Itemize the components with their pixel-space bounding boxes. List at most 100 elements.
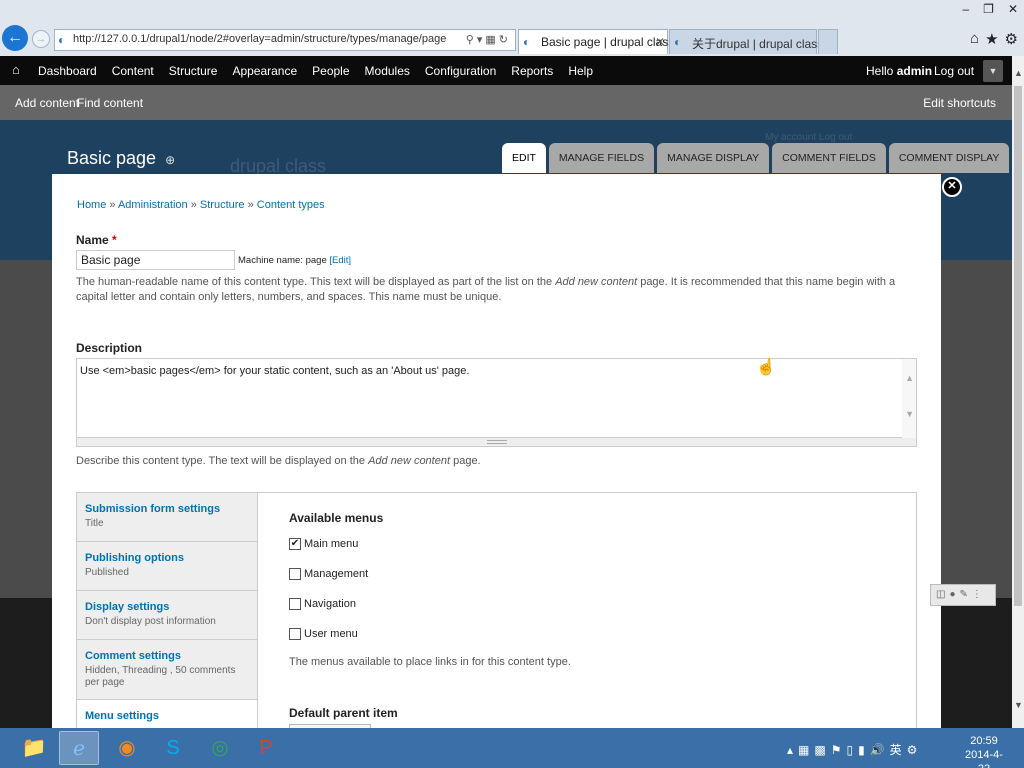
vtab-display-settings[interactable]: Display settings Don't display post info… <box>77 591 257 640</box>
checkbox-checked[interactable]: ✔ <box>289 538 301 550</box>
description-help-part: Describe this content type. The text wil… <box>76 455 369 467</box>
floating-toolbox[interactable]: ◫●✎⋮ <box>930 584 996 606</box>
shortcut-add-content[interactable]: Add content <box>15 96 79 110</box>
menu-option-management[interactable]: Management <box>289 568 886 598</box>
scroll-up-icon[interactable]: ▲ <box>905 373 914 383</box>
vtab-menu-settings[interactable]: Menu settings <box>77 700 257 728</box>
scroll-up-icon[interactable]: ▲ <box>1014 68 1023 78</box>
vtab-summary: Don't display post information <box>85 616 216 627</box>
menu-option-user-menu[interactable]: User menu <box>289 628 886 658</box>
scroll-down-icon[interactable]: ▼ <box>905 409 914 419</box>
machine-name-edit-link[interactable]: [Edit] <box>329 255 351 266</box>
toolbar-item-appearance[interactable]: Appearance <box>232 64 297 78</box>
vtab-summary: Hidden, Threading , 50 comments per page <box>85 665 236 688</box>
toolbar-item-content[interactable]: Content <box>112 64 154 78</box>
shortcut-find-content[interactable]: Find content <box>77 96 143 110</box>
back-icon[interactable]: ← <box>2 25 28 51</box>
toolbar-item-structure[interactable]: Structure <box>169 64 218 78</box>
menu-option-label: User menu <box>304 628 358 640</box>
breadcrumb-content-types[interactable]: Content types <box>257 199 325 211</box>
vertical-tabs: Submission form settings Title Publishin… <box>76 492 917 728</box>
tray-app-icon[interactable]: ▩ <box>814 743 830 757</box>
menu-option-main-menu[interactable]: ✔ Main menu <box>289 538 886 568</box>
network-icon[interactable]: ▮ <box>858 743 870 757</box>
pen-icon[interactable]: ✎ <box>960 589 972 600</box>
chrome-icon[interactable]: ◎ <box>200 731 240 765</box>
toolbar-item-configuration[interactable]: Configuration <box>425 64 496 78</box>
greeting-prefix: Hello <box>866 64 897 78</box>
forward-icon[interactable]: → <box>32 30 50 48</box>
toolbar-toggle-icon[interactable]: ▼ <box>983 60 1003 82</box>
breadcrumb-structure[interactable]: Structure <box>200 199 245 211</box>
grip-icon[interactable]: ⋮ <box>972 589 986 600</box>
page-title-text: Basic page <box>67 148 157 168</box>
settings-icon[interactable]: ⚙ <box>1005 30 1018 48</box>
volume-icon[interactable]: 🔊 <box>870 743 890 757</box>
toolbar-item-people[interactable]: People <box>312 64 349 78</box>
primary-tabs: EDIT MANAGE FIELDS MANAGE DISPLAY COMMEN… <box>502 143 1010 173</box>
checkbox[interactable] <box>289 598 301 610</box>
vtab-publishing-options[interactable]: Publishing options Published <box>77 542 257 591</box>
powerpoint-icon[interactable]: P <box>246 731 286 765</box>
scrollbar-thumb[interactable] <box>1014 86 1022 606</box>
tray-app-icon[interactable]: ▦ <box>798 743 814 757</box>
toolbar-home-icon[interactable]: ⌂ <box>12 62 20 77</box>
description-value: Use <em>basic pages</em> for your static… <box>80 365 470 377</box>
name-field[interactable]: Basic page <box>76 250 235 270</box>
toolbar-item-help[interactable]: Help <box>568 64 593 78</box>
tab-close-icon[interactable]: ✕ <box>655 35 665 49</box>
breadcrumb-administration[interactable]: Administration <box>118 199 188 211</box>
firefox-icon[interactable]: ◉ <box>107 731 147 765</box>
overlay-close-icon[interactable]: ✕ <box>942 177 962 197</box>
tab-edit[interactable]: EDIT <box>502 143 546 173</box>
textarea-scrollbar[interactable]: ▲ ▼ <box>902 359 916 439</box>
vtab-title: Submission form settings <box>85 503 221 515</box>
minimize-icon[interactable]: – <box>962 2 969 16</box>
tab-comment-fields[interactable]: COMMENT FIELDS <box>772 143 886 173</box>
vtab-submission-form-settings[interactable]: Submission form settings Title <box>77 493 257 542</box>
input-language[interactable]: 英 <box>890 743 907 757</box>
browser-tab-active[interactable]: ◐ Basic page | drupal class ✕ <box>518 29 674 54</box>
toolbar-item-reports[interactable]: Reports <box>511 64 553 78</box>
description-textarea[interactable]: Use <em>basic pages</em> for your static… <box>76 358 917 439</box>
home-icon[interactable]: ⌂ <box>970 30 979 48</box>
layout-icon[interactable]: ◫ <box>936 589 949 600</box>
internet-explorer-icon[interactable]: ℯ <box>59 731 99 765</box>
toolbar-item-modules[interactable]: Modules <box>365 64 410 78</box>
new-tab-button[interactable] <box>818 29 838 54</box>
logout-link[interactable]: Log out <box>934 64 974 78</box>
textarea-resize-handle[interactable] <box>76 438 917 447</box>
color-icon[interactable]: ● <box>949 589 959 600</box>
add-shortcut-icon[interactable]: ⊕ <box>165 153 175 167</box>
username-link[interactable]: admin <box>897 64 932 78</box>
browser-tab[interactable]: ◐ 关于drupal | drupal class <box>669 29 823 54</box>
tab-manage-display[interactable]: MANAGE DISPLAY <box>657 143 770 173</box>
url-text[interactable]: http://127.0.0.1/drupal1/node/2#overlay=… <box>73 33 446 45</box>
clock[interactable]: 20:59 2014-4-22 <box>960 734 1008 768</box>
menu-option-label: Navigation <box>304 598 356 610</box>
flag-icon[interactable]: ⚑ <box>831 743 847 757</box>
address-bar[interactable]: ◐ http://127.0.0.1/drupal1/node/2#overla… <box>54 29 516 51</box>
ime-icon[interactable]: ⚙ <box>907 743 923 757</box>
tab-comment-display[interactable]: COMMENT DISPLAY <box>888 143 1010 173</box>
address-actions[interactable]: ⚲▾▦↻ <box>466 33 511 46</box>
file-explorer-icon[interactable]: 📁 <box>14 731 54 765</box>
vtab-comment-settings[interactable]: Comment settings Hidden, Threading , 50 … <box>77 640 257 700</box>
checkbox[interactable] <box>289 628 301 640</box>
edit-shortcuts-link[interactable]: Edit shortcuts <box>923 96 996 110</box>
restore-icon[interactable]: ❐ <box>983 2 994 16</box>
clock-time: 20:59 <box>970 735 998 747</box>
admin-toolbar: ⌂ Dashboard Content Structure Appearance… <box>0 56 1012 85</box>
close-window-icon[interactable]: ✕ <box>1008 2 1018 16</box>
breadcrumb-home[interactable]: Home <box>77 199 106 211</box>
tab-manage-fields[interactable]: MANAGE FIELDS <box>548 143 655 173</box>
checkbox[interactable] <box>289 568 301 580</box>
menu-option-navigation[interactable]: Navigation <box>289 598 886 628</box>
skype-icon[interactable]: S <box>153 731 193 765</box>
tray-expand-icon[interactable]: ▴ <box>787 743 798 757</box>
window-scrollbar[interactable]: ▲ ▼ <box>1012 56 1024 728</box>
scroll-down-icon[interactable]: ▼ <box>1014 700 1023 710</box>
tray-app-icon[interactable]: ▯ <box>846 743 858 757</box>
favorites-icon[interactable]: ★ <box>985 30 998 48</box>
toolbar-item-dashboard[interactable]: Dashboard <box>38 64 97 78</box>
